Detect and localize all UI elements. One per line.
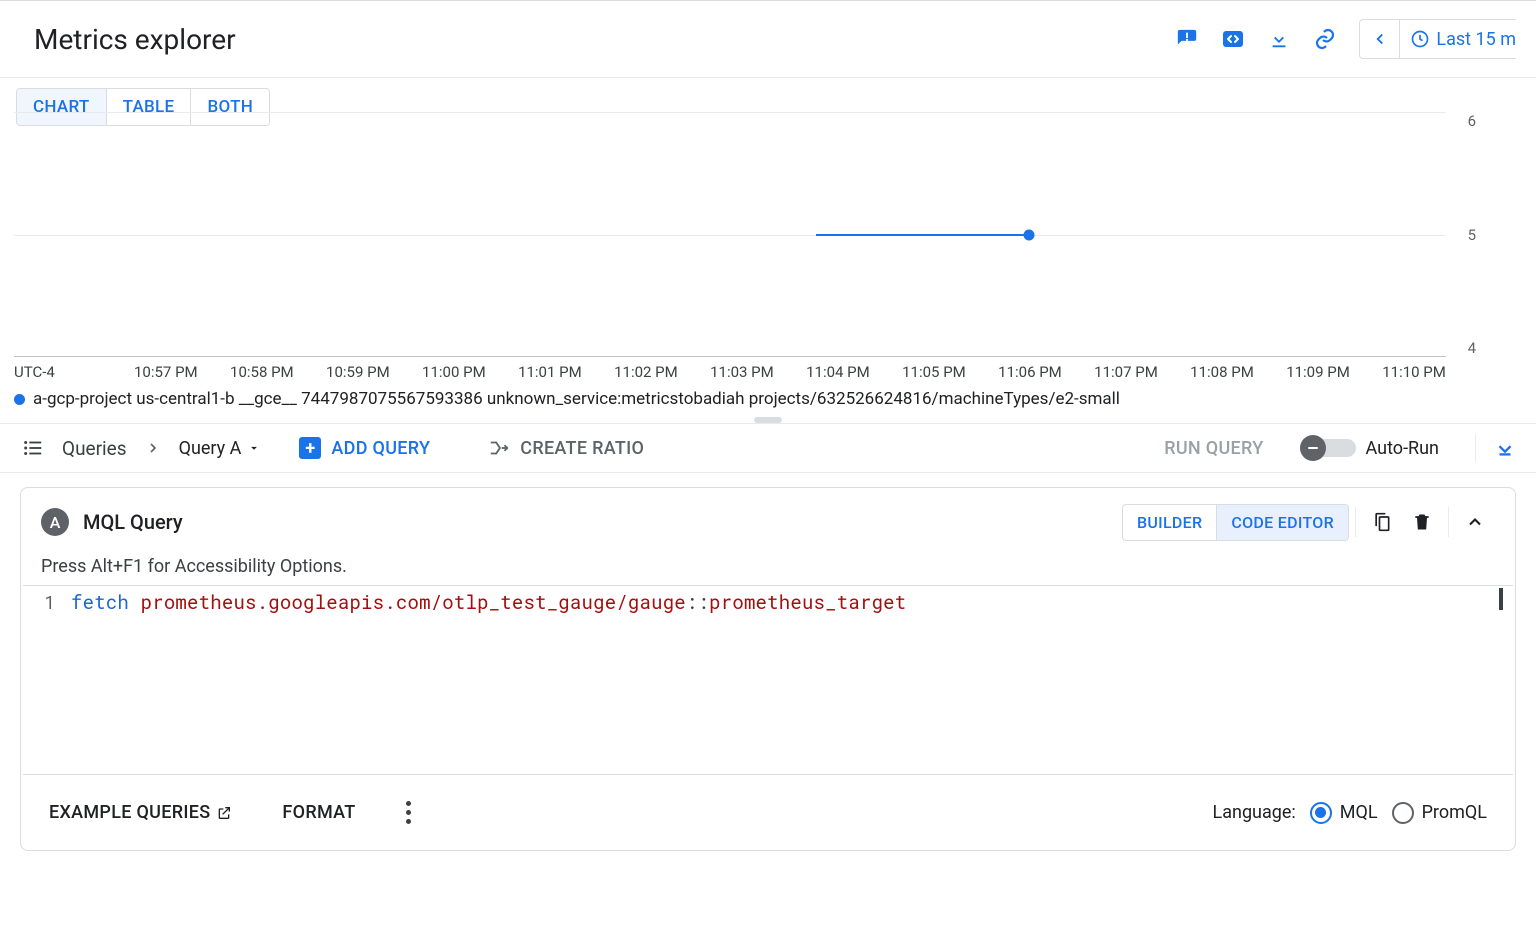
x-tick: 11:08 PM: [1190, 363, 1254, 381]
example-queries-button[interactable]: EXAMPLE QUERIES: [49, 802, 232, 823]
line-number: 1: [23, 586, 63, 774]
code-line[interactable]: fetch prometheus.googleapis.com/otlp_tes…: [63, 586, 906, 774]
x-tick: 11:06 PM: [998, 363, 1062, 381]
x-tick: 11:03 PM: [710, 363, 774, 381]
legend-color-dot: [14, 394, 25, 405]
timezone-label: UTC-4: [14, 363, 134, 381]
query-panel: A MQL Query BUILDER CODE EDITOR Press Al…: [20, 487, 1516, 851]
time-range-selector[interactable]: Last 15 m: [1359, 19, 1516, 59]
switch-knob: [1300, 435, 1326, 461]
feedback-icon[interactable]: [1165, 17, 1209, 61]
chart-container: 6 5 4 UTC-4 10:57 PM 10:58 PM 10:59 PM 1…: [14, 112, 1536, 409]
panel-header: A MQL Query BUILDER CODE EDITOR: [21, 488, 1515, 556]
chart-legend[interactable]: a-gcp-project us-central1-b __gce__ 7447…: [14, 389, 1536, 409]
switch-track: [1304, 439, 1356, 457]
format-button[interactable]: FORMAT: [282, 802, 355, 823]
x-tick: 11:01 PM: [518, 363, 582, 381]
series-line: [816, 234, 1029, 236]
list-icon: [22, 437, 44, 459]
x-tick: 11:00 PM: [422, 363, 486, 381]
external-link-icon: [216, 805, 232, 821]
link-icon[interactable]: [1303, 17, 1347, 61]
x-tick: 11:10 PM: [1382, 363, 1446, 381]
y-tick: 5: [1468, 226, 1476, 244]
panel-title: MQL Query: [83, 510, 183, 534]
query-selector[interactable]: Query A: [179, 438, 262, 459]
caret-down-icon: [247, 441, 261, 455]
queries-label: Queries: [62, 437, 127, 460]
radio-mql[interactable]: MQL: [1310, 802, 1378, 824]
x-tick: 10:58 PM: [230, 363, 294, 381]
data-point[interactable]: [1024, 229, 1035, 240]
code-editor-area[interactable]: 1 fetch prometheus.googleapis.com/otlp_t…: [23, 585, 1513, 775]
time-range-label[interactable]: Last 15 m: [1400, 29, 1516, 50]
y-axis: 6 5 4: [1468, 112, 1476, 357]
builder-tab[interactable]: BUILDER: [1123, 505, 1216, 540]
collapse-icon[interactable]: [1475, 434, 1516, 462]
legend-text: a-gcp-project us-central1-b __gce__ 7447…: [33, 389, 1120, 409]
header-actions: Last 15 m: [1165, 17, 1516, 61]
language-selector: Language: MQL PromQL: [1213, 802, 1487, 824]
accessibility-hint: Press Alt+F1 for Accessibility Options.: [21, 556, 1515, 585]
chevron-left-icon[interactable]: [1360, 20, 1400, 58]
x-tick: 11:07 PM: [1094, 363, 1158, 381]
x-tick: 10:57 PM: [134, 363, 198, 381]
plus-icon: +: [299, 437, 321, 459]
download-icon[interactable]: [1257, 17, 1301, 61]
more-options-icon[interactable]: [406, 801, 411, 824]
panel-footer: EXAMPLE QUERIES FORMAT Language: MQL Pro…: [21, 775, 1515, 850]
merge-icon: [488, 437, 510, 459]
clock-icon: [1410, 29, 1430, 49]
chevron-right-icon: [145, 440, 161, 456]
radio-promql[interactable]: PromQL: [1392, 802, 1487, 824]
collapse-panel-icon[interactable]: [1455, 502, 1495, 542]
query-toolbar: Queries Query A + ADD QUERY CREATE RATIO…: [0, 423, 1536, 473]
x-tick: 11:05 PM: [902, 363, 966, 381]
query-badge: A: [41, 508, 69, 536]
code-icon[interactable]: [1211, 17, 1255, 61]
cursor-indicator: [1499, 588, 1503, 610]
auto-run-toggle[interactable]: Auto-Run: [1304, 438, 1439, 459]
auto-run-label: Auto-Run: [1366, 438, 1439, 459]
x-tick: 11:02 PM: [614, 363, 678, 381]
copy-icon[interactable]: [1362, 502, 1402, 542]
create-ratio-button[interactable]: CREATE RATIO: [488, 437, 644, 459]
add-query-button[interactable]: + ADD QUERY: [299, 437, 430, 459]
y-tick: 4: [1468, 339, 1476, 357]
page-header: Metrics explorer Last 15 m: [0, 0, 1536, 78]
delete-icon[interactable]: [1402, 502, 1442, 542]
code-editor-tab[interactable]: CODE EDITOR: [1216, 505, 1348, 540]
x-tick: 11:09 PM: [1286, 363, 1350, 381]
x-axis: UTC-4 10:57 PM 10:58 PM 10:59 PM 11:00 P…: [14, 363, 1446, 381]
run-query-button[interactable]: RUN QUERY: [1164, 438, 1263, 459]
y-tick: 6: [1468, 112, 1476, 130]
x-tick: 10:59 PM: [326, 363, 390, 381]
page-title: Metrics explorer: [34, 23, 236, 56]
editor-mode-segment: BUILDER CODE EDITOR: [1122, 504, 1349, 541]
language-label: Language:: [1213, 802, 1296, 823]
x-tick: 11:04 PM: [806, 363, 870, 381]
chart-plot[interactable]: 6 5 4: [14, 112, 1536, 357]
